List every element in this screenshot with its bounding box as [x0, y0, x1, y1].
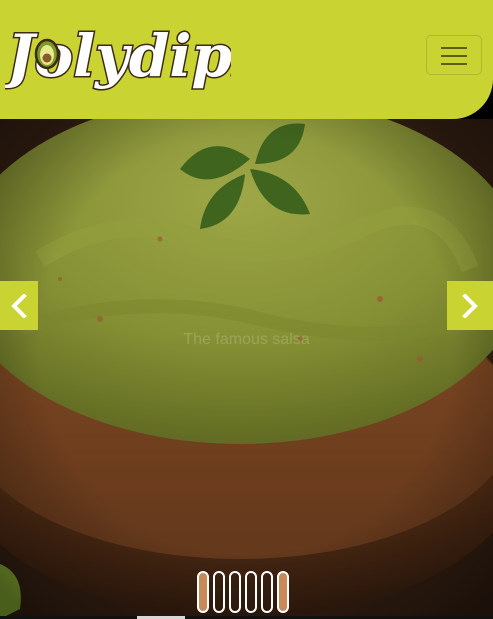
menu-toggle-button[interactable]	[426, 35, 482, 75]
avocado-icon	[34, 38, 60, 70]
carousel-indicator[interactable]	[213, 571, 225, 613]
carousel-indicator[interactable]	[245, 571, 257, 613]
site-header: Jolydips	[0, 0, 493, 119]
carousel-indicator[interactable]	[261, 571, 273, 613]
guacamole-photo	[0, 119, 493, 619]
carousel-caption-subtitle: The famous salsa	[183, 331, 310, 348]
chevron-left-icon	[11, 293, 27, 318]
hero-carousel: The famous salsa	[0, 119, 493, 619]
hamburger-icon-bar	[441, 63, 467, 65]
brand-logo[interactable]: Jolydips	[0, 14, 266, 100]
hamburger-icon	[441, 47, 467, 49]
carousel-next-button[interactable]	[447, 281, 493, 330]
brand-logo-image: Jolydips	[0, 21, 266, 92]
carousel-prev-button[interactable]	[0, 281, 38, 330]
carousel-indicator[interactable]	[197, 571, 209, 613]
chevron-right-icon	[462, 293, 478, 318]
carousel-indicators	[197, 571, 289, 613]
hamburger-icon-bar	[441, 55, 467, 57]
carousel-indicator[interactable]	[229, 571, 241, 613]
carousel-indicator[interactable]	[277, 571, 289, 613]
